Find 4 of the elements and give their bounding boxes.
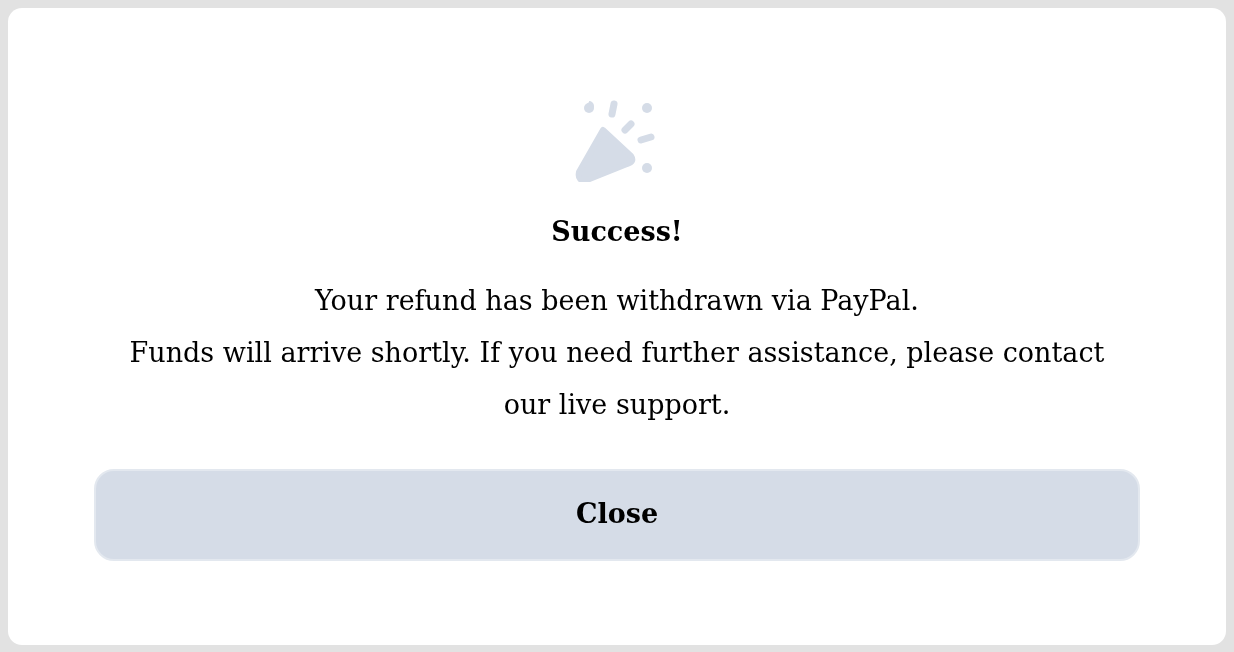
dialog-title: Success! [551,215,683,249]
dialog-message: Funds will arrive shortly. If you need further assistance, please contact our live support. [128,335,1106,422]
dialog-message: Your refund has been withdrawn via PayPal. [315,283,919,318]
close-button[interactable]: Close [94,468,1140,561]
